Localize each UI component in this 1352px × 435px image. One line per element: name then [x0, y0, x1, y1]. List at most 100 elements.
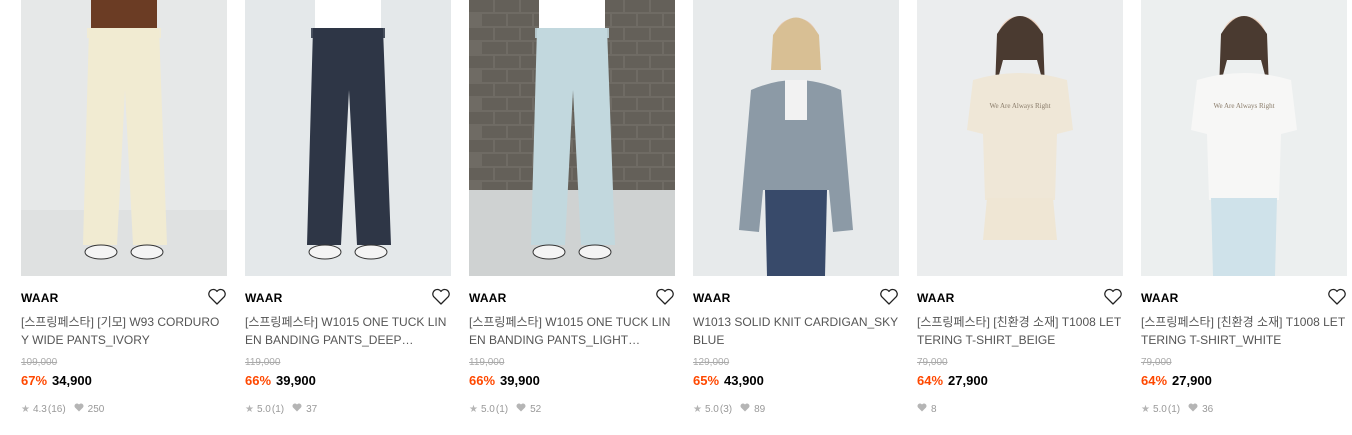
rating-value: 5.0 [1152, 403, 1167, 415]
likes-count: 37 [306, 403, 318, 415]
brand-name[interactable]: WAAR [245, 291, 282, 305]
brand-row: WAAR [917, 287, 1123, 307]
product-meta: ★ 4.3 (16) 250 [21, 402, 104, 416]
discount-rate: 66% [469, 373, 496, 388]
brand-row: WAAR [245, 287, 451, 307]
likes: 52 [516, 403, 541, 415]
original-price: 119,000 [245, 357, 281, 368]
original-price: 129,000 [693, 357, 730, 368]
product-card[interactable]: WAAR [스프링페스타] W1015 ONE TUCK LINEN BANDIN… [469, 0, 675, 435]
tshirt-beige-image[interactable]: We Are Always Right [917, 0, 1123, 276]
likes: 8 [917, 403, 937, 415]
pants-deep-navy-image[interactable] [245, 0, 451, 276]
sale-price: 43,900 [724, 373, 764, 388]
product-name[interactable]: [스프링페스타] [친환경 소재] T1008 LETTERING T-SHIR… [1141, 313, 1347, 349]
product-name[interactable]: [스프링페스타] [기모] W93 CORDUROY WIDE PANTS_IV… [21, 313, 227, 349]
likes: 36 [1188, 403, 1213, 415]
likes-count: 8 [931, 403, 937, 415]
discount-rate: 66% [245, 373, 272, 388]
price-row: 64% 27,900 [917, 373, 988, 388]
rating-value: 5.0 [704, 403, 719, 415]
original-price: 79,000 [917, 357, 948, 368]
original-price: 109,000 [21, 357, 58, 368]
heart-outline-icon[interactable] [655, 288, 675, 306]
discount-rate: 64% [1141, 373, 1168, 388]
product-card[interactable]: We Are Always Right WAAR [스프링페스타] [친환경 소재]… [917, 0, 1123, 435]
product-name[interactable]: [스프링페스타] [친환경 소재] T1008 LETTERING T-SHIR… [917, 313, 1123, 349]
heart-outline-icon[interactable] [1103, 288, 1123, 306]
sale-price: 39,900 [500, 373, 540, 388]
star-icon: ★ [469, 403, 478, 415]
sale-price: 39,900 [276, 373, 316, 388]
review-count: (1) [1167, 403, 1181, 415]
heart-outline-icon[interactable] [431, 288, 451, 306]
product-meta: ★ 5.0 (1) 36 [1141, 402, 1213, 416]
star-icon: ★ [245, 403, 254, 415]
discount-rate: 65% [693, 373, 720, 388]
product-name[interactable]: [스프링페스타] W1015 ONE TUCK LINEN BANDING PA… [469, 313, 675, 349]
review-count: (16) [47, 403, 66, 415]
review-count: (3) [719, 403, 733, 415]
rating-value: 5.0 [256, 403, 271, 415]
rating-value: 4.3 [32, 403, 47, 415]
product-card[interactable]: We Are Always Right WAAR [스프링페스타] [친환경 소재]… [1141, 0, 1347, 435]
sale-price: 27,900 [1172, 373, 1212, 388]
heart-filled-icon [740, 403, 750, 415]
heart-outline-icon[interactable] [1327, 288, 1347, 306]
review-count: (1) [271, 403, 285, 415]
review-count: (1) [495, 403, 509, 415]
heart-filled-icon [516, 403, 526, 415]
heart-outline-icon[interactable] [879, 288, 899, 306]
heart-filled-icon [74, 403, 84, 415]
pants-ivory-image[interactable] [21, 0, 227, 276]
original-price: 119,000 [469, 357, 505, 368]
product-meta: 8 [917, 402, 937, 416]
product-card[interactable]: WAAR W1013 SOLID KNIT CARDIGAN_SKY BLUE 12… [693, 0, 899, 435]
brand-name[interactable]: WAAR [693, 291, 730, 305]
original-price: 79,000 [1141, 357, 1172, 368]
svg-text:We Are Always Right: We Are Always Right [1213, 102, 1274, 110]
product-grid: WAAR [스프링페스타] [기모] W93 CORDUROY WIDE PANT… [0, 0, 1352, 435]
likes-count: 250 [87, 403, 105, 415]
product-card[interactable]: WAAR [스프링페스타] W1015 ONE TUCK LINEN BANDIN… [245, 0, 451, 435]
product-name[interactable]: [스프링페스타] W1015 ONE TUCK LINEN BANDING PA… [245, 313, 451, 349]
discount-rate: 64% [917, 373, 944, 388]
star-icon: ★ [1141, 403, 1150, 415]
product-meta: ★ 5.0 (1) 37 [245, 402, 317, 416]
price-row: 66% 39,900 [469, 373, 540, 388]
brand-row: WAAR [21, 287, 227, 307]
likes-count: 52 [530, 403, 542, 415]
likes-count: 89 [754, 403, 766, 415]
brand-name[interactable]: WAAR [1141, 291, 1178, 305]
likes-count: 36 [1202, 403, 1214, 415]
brand-row: WAAR [469, 287, 675, 307]
product-meta: ★ 5.0 (3) 89 [693, 402, 765, 416]
cardigan-sky-blue-image[interactable] [693, 0, 899, 276]
heart-outline-icon[interactable] [207, 288, 227, 306]
svg-text:We Are Always Right: We Are Always Right [989, 102, 1050, 110]
star-icon: ★ [21, 403, 30, 415]
brand-row: WAAR [693, 287, 899, 307]
brand-name[interactable]: WAAR [917, 291, 954, 305]
discount-rate: 67% [21, 373, 48, 388]
brand-name[interactable]: WAAR [469, 291, 506, 305]
price-row: 64% 27,900 [1141, 373, 1212, 388]
price-row: 66% 39,900 [245, 373, 316, 388]
heart-filled-icon [292, 403, 302, 415]
likes: 89 [740, 403, 765, 415]
pants-light-blue-image[interactable] [469, 0, 675, 276]
rating-value: 5.0 [480, 403, 495, 415]
product-card[interactable]: WAAR [스프링페스타] [기모] W93 CORDUROY WIDE PANT… [21, 0, 227, 435]
product-name[interactable]: W1013 SOLID KNIT CARDIGAN_SKY BLUE [693, 313, 899, 349]
product-meta: ★ 5.0 (1) 52 [469, 402, 541, 416]
tshirt-white-image[interactable]: We Are Always Right [1141, 0, 1347, 276]
heart-filled-icon [1188, 403, 1198, 415]
sale-price: 27,900 [948, 373, 988, 388]
star-icon: ★ [693, 403, 702, 415]
brand-row: WAAR [1141, 287, 1347, 307]
brand-name[interactable]: WAAR [21, 291, 58, 305]
price-row: 65% 43,900 [693, 373, 764, 388]
price-row: 67% 34,900 [21, 373, 92, 388]
likes: 37 [292, 403, 317, 415]
sale-price: 34,900 [52, 373, 92, 388]
